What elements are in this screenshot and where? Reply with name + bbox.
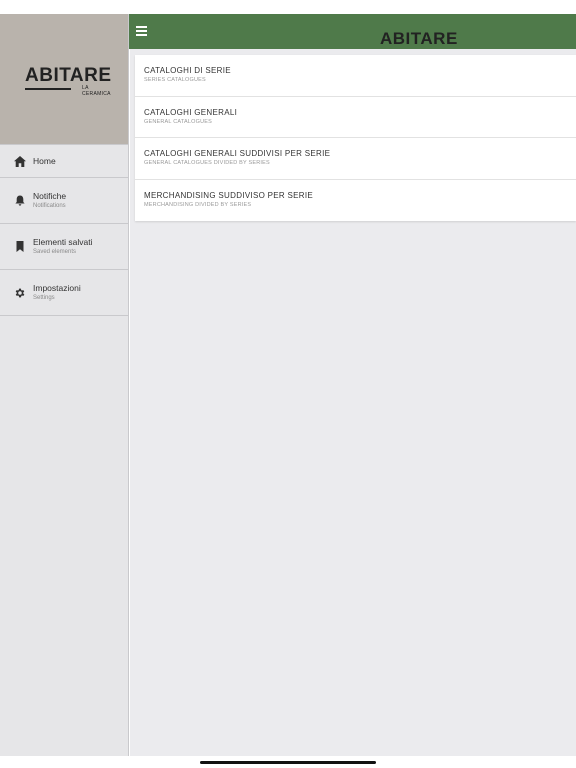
sidebar-header: ABITARE LA CERAMICA (0, 14, 128, 144)
sidebar-item-text: Impostazioni Settings (33, 283, 81, 303)
list-item-subtitle: GENERAL CATALOGUES DIVIDED BY SERIES (144, 160, 270, 166)
sidebar-item-label: Elementi salvati (33, 236, 93, 247)
sidebar-item-notifications[interactable]: Notifiche Notifications (0, 178, 128, 224)
list-item-merchandising-by-series[interactable]: MERCHANDISING SUDDIVISO PER SERIE MERCHA… (135, 180, 576, 222)
list-item-subtitle: SERIES CATALOGUES (144, 77, 206, 83)
bookmark-icon (13, 240, 26, 253)
brand-name: ABITARE (25, 65, 112, 86)
bell-icon (13, 194, 26, 207)
sidebar-item-home[interactable]: Home (0, 144, 128, 178)
hamburger-menu-icon[interactable] (136, 26, 147, 36)
sidebar-item-saved-elements[interactable]: Elementi salvati Saved elements (0, 224, 128, 270)
main-content: CATALOGHI DI SERIE SERIES CATALOGUES CAT… (130, 49, 576, 756)
top-bar: ABITARE (129, 14, 576, 51)
sidebar-item-text: Notifiche Notifications (33, 191, 66, 211)
list-item-subtitle: MERCHANDISING DIVIDED BY SERIES (144, 201, 252, 208)
list-item-title: CATALOGHI GENERALI (144, 107, 238, 117)
home-icon (13, 155, 26, 168)
brand-tagline: LA CERAMICA (82, 85, 111, 97)
catalog-list: CATALOGHI DI SERIE SERIES CATALOGUES CAT… (135, 55, 576, 221)
brand-name: ABITARE (380, 29, 458, 48)
app-window: ABITARE LA CERAMICA Home Notifiche Notif… (0, 0, 576, 768)
top-brand-logo: ABITARE (380, 29, 458, 51)
gear-icon (13, 286, 26, 299)
logo-underline (25, 88, 71, 90)
sidebar-item-settings[interactable]: Impostazioni Settings (0, 270, 128, 316)
sidebar-item-label: Notifiche (33, 190, 67, 201)
list-item-series-catalogues[interactable]: CATALOGHI DI SERIE SERIES CATALOGUES (135, 55, 576, 97)
sidebar-item-text: Home (33, 156, 56, 167)
sidebar: ABITARE LA CERAMICA Home Notifiche Notif… (0, 14, 129, 756)
sidebar-item-sublabel: Saved elements (33, 248, 77, 255)
home-indicator[interactable] (200, 761, 376, 764)
list-item-subtitle: GENERAL CATALOGUES (144, 118, 212, 125)
list-item-general-catalogues[interactable]: CATALOGHI GENERALI GENERAL CATALOGUES (135, 97, 576, 138)
sidebar-item-label: Impostazioni (33, 282, 81, 293)
brand-logo: ABITARE LA CERAMICA (25, 65, 112, 97)
sidebar-item-sublabel: Notifications (33, 202, 66, 209)
list-item-title: MERCHANDISING SUDDIVISO PER SERIE (144, 190, 314, 200)
sidebar-item-label: Home (33, 155, 56, 166)
list-item-title: CATALOGHI DI SERIE (144, 66, 231, 75)
list-item-general-catalogues-by-series[interactable]: CATALOGHI GENERALI SUDDIVISI PER SERIE G… (135, 138, 576, 180)
sidebar-item-text: Elementi salvati Saved elements (33, 237, 93, 257)
sidebar-item-sublabel: Settings (33, 294, 55, 301)
list-item-title: CATALOGHI GENERALI SUDDIVISI PER SERIE (144, 149, 331, 158)
